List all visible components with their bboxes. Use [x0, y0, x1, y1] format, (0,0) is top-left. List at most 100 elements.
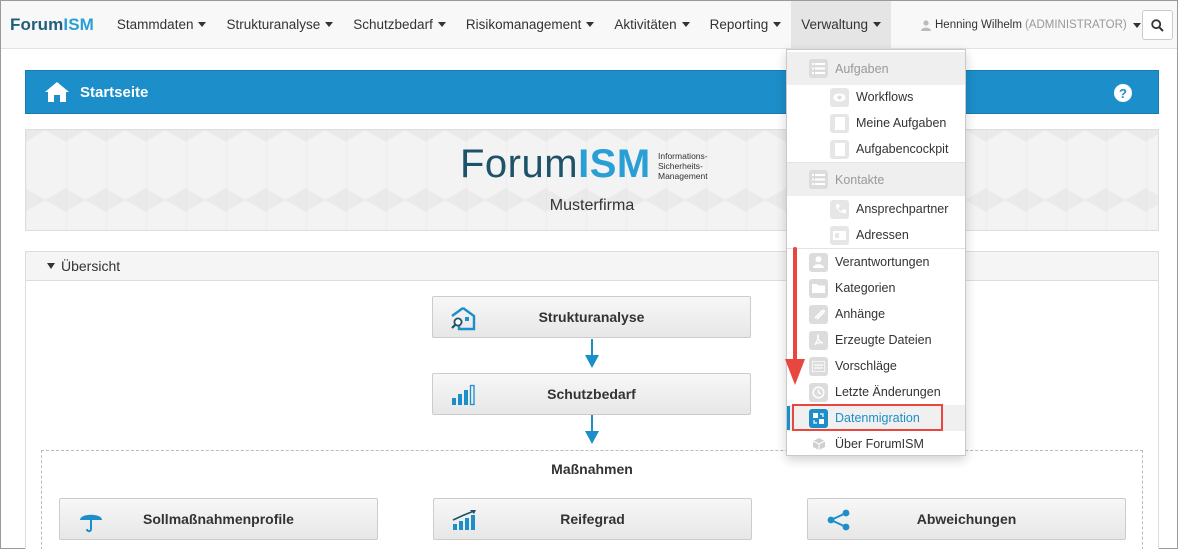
flow-arrow-icon: [585, 339, 599, 368]
company-name: Musterfirma: [549, 197, 635, 214]
tile-label: Strukturanalyse: [538, 309, 645, 325]
menu-item-meine-aufgaben[interactable]: Meine Aufgaben: [787, 110, 965, 136]
menu-item-letzte-aenderungen[interactable]: Letzte Änderungen: [787, 379, 965, 405]
nav-aktivitaeten[interactable]: Aktivitäten: [604, 1, 699, 49]
brand-part2: ISM: [63, 14, 94, 34]
menu-item-vorschlaege[interactable]: Vorschläge: [787, 353, 965, 379]
menu-item-label: Vorschläge: [835, 359, 897, 373]
nav-label: Verwaltung: [801, 17, 869, 32]
menu-item-label: Anhänge: [835, 307, 886, 321]
tile-label: Reifegrad: [560, 511, 625, 527]
nav-verwaltung[interactable]: Verwaltung: [791, 0, 892, 49]
menu-item-label: Ansprechpartner: [856, 202, 949, 216]
collapse-caret-icon: [47, 263, 55, 269]
history-icon: [809, 382, 828, 402]
nav-label: Reporting: [709, 17, 769, 32]
caret-down-icon: [773, 22, 782, 27]
menu-item-label: Meine Aufgaben: [856, 116, 947, 130]
brand-logo[interactable]: ForumISM: [1, 15, 107, 35]
tile-schutzbedarf[interactable]: Schutzbedarf: [432, 373, 751, 415]
menu-item-label: Adressen: [856, 228, 909, 242]
nav-label: Strukturanalyse: [226, 17, 321, 32]
verwaltung-dropdown: Aufgaben Workflows Meine Aufgaben Aufgab…: [786, 49, 966, 456]
menu-item-aufgabencockpit[interactable]: Aufgabencockpit: [787, 136, 965, 162]
nav-label: Aktivitäten: [614, 17, 677, 32]
umbrella-icon: [80, 514, 102, 533]
massnahmen-title: Maßnahmen: [551, 461, 633, 477]
nav-reporting[interactable]: Reporting: [700, 1, 792, 49]
menu-item-label: Erzeugte Dateien: [835, 333, 932, 347]
overview-title: Übersicht: [61, 258, 121, 274]
banner-logo-subtitle: Informations- Sicherheits- Management: [658, 151, 708, 181]
tile-reifegrad[interactable]: Reifegrad: [433, 498, 752, 540]
nav-stammdaten[interactable]: Stammdaten: [107, 1, 217, 49]
caret-down-icon: [325, 22, 334, 27]
cube-icon: [809, 435, 828, 454]
nav-strukturanalyse[interactable]: Strukturanalyse: [216, 1, 343, 49]
menu-item-erzeugte-dateien[interactable]: Erzeugte Dateien: [787, 327, 965, 353]
caret-down-icon: [198, 22, 207, 27]
annotation-highlight-box: [792, 404, 943, 431]
banner-logo: ForumISM: [460, 142, 651, 187]
nav-label: Schutzbedarf: [353, 17, 433, 32]
user-name: Henning Wilhelm: [935, 19, 1022, 31]
tile-label: Schutzbedarf: [547, 386, 636, 402]
menu-item-ansprechpartner[interactable]: Ansprechpartner: [787, 196, 965, 222]
share-icon: [827, 509, 850, 531]
caret-down-icon: [1132, 22, 1141, 28]
nav-schutzbedarf[interactable]: Schutzbedarf: [343, 1, 456, 49]
banner-logo-part2: ISM: [578, 142, 651, 186]
menu-item-ueber-forumism[interactable]: Über ForumISM: [787, 431, 965, 457]
user-menu[interactable]: Henning Wilhelm (ADMINISTRATOR): [921, 1, 1141, 49]
company-banner: ForumISM Informations- Sicherheits- Mana…: [25, 129, 1159, 231]
flow-arrow-icon: [585, 415, 599, 444]
maturity-chart-icon: [452, 510, 476, 530]
caret-down-icon: [437, 22, 446, 27]
tile-strukturanalyse[interactable]: Strukturanalyse: [432, 296, 751, 338]
logo-sub-line: Sicherheits-: [658, 161, 703, 171]
logo-sub-line: Informations-: [658, 151, 708, 161]
list-icon: [809, 59, 828, 78]
person-icon: [809, 252, 828, 272]
suggestions-icon: [809, 356, 828, 376]
menu-item-verantwortungen[interactable]: Verantwortungen: [787, 249, 965, 275]
page-header: Startseite ?: [25, 70, 1159, 114]
folder-icon: [809, 278, 828, 298]
list-icon: [809, 170, 828, 189]
menu-item-label: Aufgabencockpit: [856, 142, 949, 156]
eye-icon: [830, 87, 849, 107]
dropdown-header-aufgaben: Aufgaben: [787, 52, 965, 85]
menu-item-adressen[interactable]: Adressen: [787, 222, 965, 248]
structure-analysis-icon: [451, 307, 476, 331]
tile-abweichungen[interactable]: Abweichungen: [807, 498, 1126, 540]
banner-logo-part1: Forum: [460, 142, 579, 186]
overview-panel-header[interactable]: Übersicht: [26, 252, 1158, 281]
brand-part1: Forum: [10, 14, 64, 34]
pdf-file-icon: [809, 330, 828, 350]
nav-risikomanagement[interactable]: Risikomanagement: [456, 1, 605, 49]
caret-down-icon: [681, 22, 690, 27]
nav-label: Risikomanagement: [465, 17, 582, 32]
caret-down-icon: [873, 22, 882, 27]
dropdown-header-label: Aufgaben: [835, 61, 889, 76]
home-icon: [45, 82, 69, 102]
page-title: Startseite: [80, 83, 149, 101]
search-button[interactable]: [1142, 10, 1173, 40]
user-icon: [921, 19, 931, 31]
user-role: (ADMINISTRATOR): [1024, 19, 1127, 31]
document-icon: [830, 113, 849, 133]
help-icon[interactable]: ?: [1114, 84, 1132, 102]
menu-item-label: Letzte Änderungen: [835, 385, 941, 399]
dropdown-header-kontakte: Kontakte: [787, 163, 965, 196]
document-icon: [830, 139, 849, 159]
menu-item-workflows[interactable]: Workflows: [787, 84, 965, 110]
help-glyph: ?: [1119, 85, 1127, 101]
menu-item-anhaenge[interactable]: Anhänge: [787, 301, 965, 327]
top-navbar: ForumISM Stammdaten Strukturanalyse Schu…: [1, 0, 1177, 49]
tile-sollmassnahmenprofile[interactable]: Sollmaßnahmenprofile: [59, 498, 378, 540]
bar-chart-icon: [452, 384, 475, 406]
tile-label: Sollmaßnahmenprofile: [143, 511, 294, 527]
selected-indicator: [787, 406, 790, 430]
menu-item-label: Kategorien: [835, 281, 896, 295]
menu-item-kategorien[interactable]: Kategorien: [787, 275, 965, 301]
